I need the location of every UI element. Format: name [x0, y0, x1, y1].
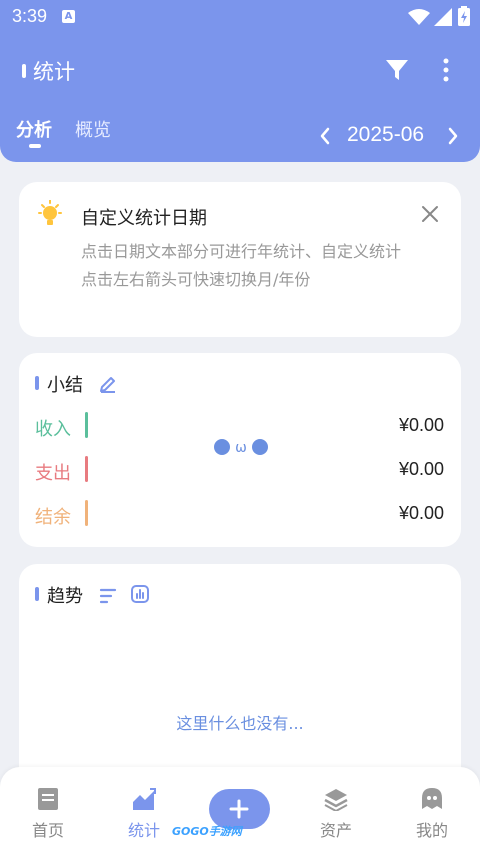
chevron-right-icon[interactable]	[445, 126, 461, 146]
summary-title: 小结	[47, 375, 83, 396]
page-title: 统计	[33, 60, 75, 84]
chevron-left-icon[interactable]	[317, 126, 333, 146]
close-icon[interactable]	[420, 204, 440, 224]
layers-icon	[324, 789, 348, 811]
date-selector[interactable]: 2025-06	[347, 123, 424, 147]
expense-value: ¥0.00	[398, 459, 444, 479]
nav-home[interactable]: 首页	[0, 767, 96, 853]
wifi-icon	[408, 9, 430, 25]
home-doc-icon	[38, 788, 58, 810]
nav-profile-label: 我的	[415, 821, 448, 840]
trend-title: 趋势	[47, 586, 83, 607]
tab-indicator	[29, 144, 41, 148]
title-accent-bar	[22, 64, 26, 78]
watermark-logo: GOGO手游网	[172, 825, 242, 838]
tab-overview[interactable]: 概览	[75, 116, 111, 142]
nav-profile[interactable]: 我的	[384, 767, 480, 853]
cell-signal-icon	[434, 8, 452, 26]
filter-icon[interactable]	[385, 58, 409, 82]
section-accent-bar	[35, 587, 39, 601]
plus-icon	[229, 799, 249, 819]
tip-card: 自定义统计日期 点击日期文本部分可进行年统计、自定义统计 点击左右箭头可快速切换…	[19, 182, 461, 337]
tab-analysis[interactable]: 分析	[16, 116, 52, 142]
summary-card: 小结 收入 ¥0.00 支出 ¥0.00 结余 ¥0.00 ω	[19, 353, 461, 547]
app-header: 统计 分析 概览 2025-06	[0, 34, 480, 162]
sort-lines-icon[interactable]	[99, 588, 117, 604]
battery-icon	[458, 6, 470, 26]
empty-state-text: 这里什么也没有...	[176, 714, 304, 733]
bottom-nav: 首页 统计 资产 我的 GOGO手游网	[0, 767, 480, 853]
status-time: 3:39	[12, 6, 48, 26]
edit-pencil-icon[interactable]	[99, 375, 117, 393]
income-value: ¥0.00	[398, 415, 444, 435]
balance-label: 结余	[35, 507, 71, 528]
lightbulb-icon	[38, 200, 62, 225]
status-bar: 3:39 A	[0, 0, 480, 34]
nav-assets[interactable]: 资产	[288, 767, 384, 853]
ghost-icon	[422, 788, 442, 809]
balance-value: ¥0.00	[398, 503, 444, 523]
expense-label: 支出	[35, 463, 71, 484]
tip-title: 自定义统计日期	[81, 208, 207, 229]
chart-icon	[133, 788, 156, 810]
income-bar	[85, 412, 88, 438]
balance-bar	[85, 500, 88, 526]
nav-assets-label: 资产	[319, 821, 352, 840]
nav-stats[interactable]: 统计	[96, 767, 192, 853]
tip-description: 点击日期文本部分可进行年统计、自定义统计 点击左右箭头可快速切换月/年份	[81, 242, 402, 289]
more-options-icon[interactable]	[434, 56, 458, 84]
nav-home-label: 首页	[31, 821, 64, 840]
expense-bar	[85, 456, 88, 482]
income-label: 收入	[35, 419, 71, 440]
svg-text:ω: ω	[235, 440, 247, 456]
placeholder-face-icon: ω	[214, 439, 268, 456]
bar-chart-icon[interactable]	[131, 585, 149, 603]
section-accent-bar	[35, 376, 39, 390]
sim-badge-icon: A	[62, 10, 75, 23]
